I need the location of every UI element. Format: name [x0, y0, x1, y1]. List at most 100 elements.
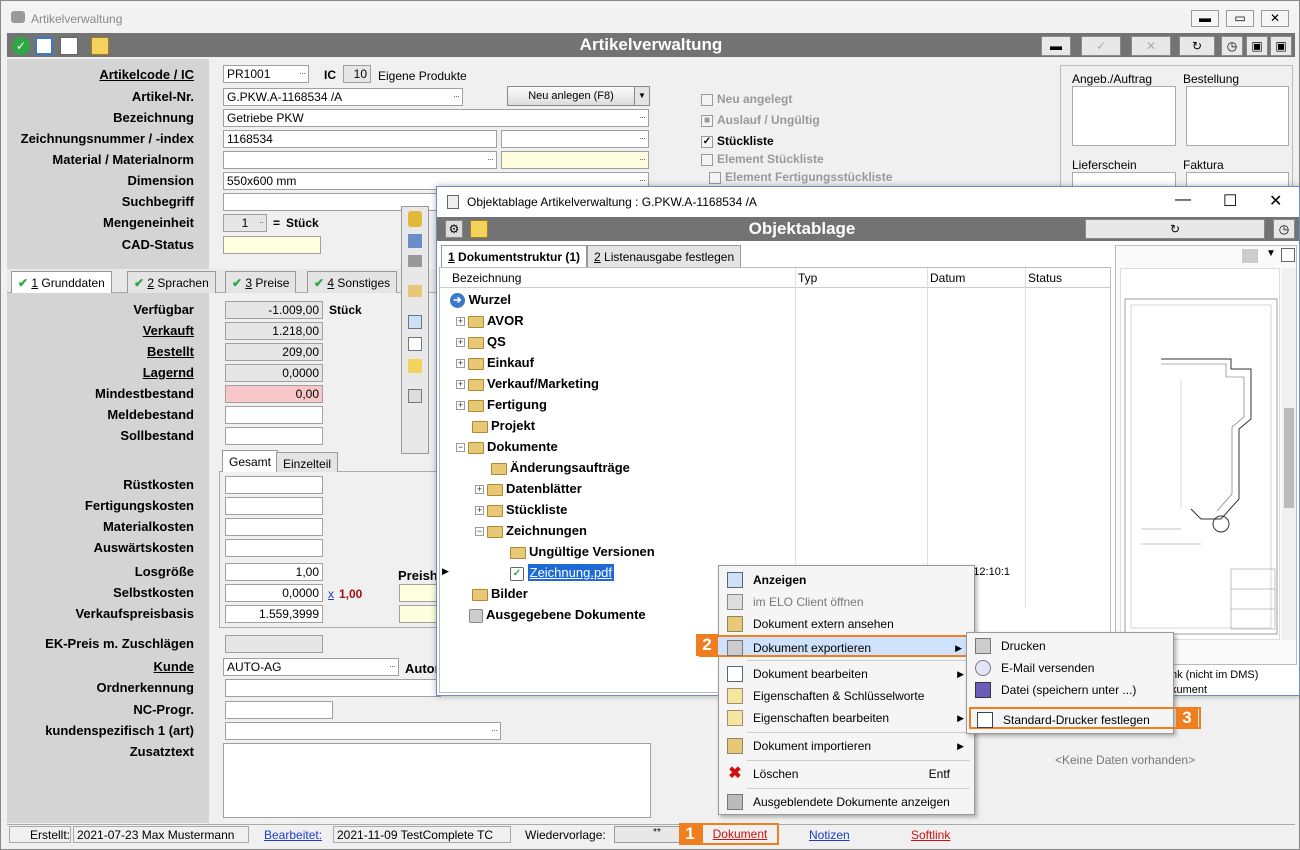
menu-importieren[interactable]: Dokument importieren ▶	[721, 735, 972, 757]
wizard-icon[interactable]	[91, 37, 109, 55]
document-view-icon[interactable]	[408, 315, 422, 329]
bestellung-list[interactable]	[1186, 86, 1289, 146]
element-fertigung-check[interactable]: Element Fertigungsstückliste	[709, 170, 892, 184]
tree-item-avor[interactable]: + AVOR	[456, 310, 524, 331]
submenu-datei[interactable]: Datei (speichern unter ...)	[969, 679, 1171, 701]
cube-icon[interactable]: ▣	[1246, 36, 1268, 56]
col-typ[interactable]: Typ	[798, 271, 817, 285]
menu-loeschen[interactable]: ✖ Löschen Entf	[721, 763, 972, 785]
eraser-icon[interactable]	[408, 234, 422, 248]
window-icon[interactable]	[35, 37, 53, 55]
neu-anlegen-dropdown[interactable]: ▼	[634, 86, 650, 106]
tree-item-aenderung[interactable]: Änderungsaufträge	[488, 457, 630, 478]
tab-sprachen[interactable]: ✔ 2 Sprachen	[127, 271, 216, 293]
vk-input[interactable]: 1.559,3999	[225, 605, 323, 623]
menu-exportieren[interactable]: Dokument exportieren ▶	[699, 635, 972, 657]
tree-root[interactable]: ➔ Wurzel	[450, 289, 511, 310]
bezeichnung-input[interactable]: Getriebe PKW ···	[223, 109, 649, 127]
scanner-icon[interactable]	[408, 255, 422, 267]
folder-link-icon[interactable]	[408, 359, 422, 373]
ic-input[interactable]: 10	[343, 65, 371, 83]
tab-preise[interactable]: ✔ 3 Preise	[225, 271, 297, 293]
verkauft-label[interactable]: Verkauft	[143, 323, 194, 338]
col-bezeichnung[interactable]: Bezeichnung	[452, 271, 521, 285]
document-edit-icon[interactable]	[408, 337, 422, 351]
menu-ausgeblendete[interactable]: Ausgeblendete Dokumente anzeigen	[721, 791, 972, 813]
col-datum[interactable]: Datum	[930, 271, 965, 285]
preview-scrollbar[interactable]	[1282, 268, 1296, 640]
tree-item-bilder[interactable]: Bilder	[469, 583, 528, 604]
submenu-drucken[interactable]: Drucken	[969, 635, 1171, 657]
preview-folder-icon[interactable]	[1242, 249, 1258, 263]
tab-sonstiges[interactable]: ✔ 4 Sonstiges	[307, 271, 398, 293]
notizen-link[interactable]: Notizen	[809, 828, 850, 842]
angeb-list[interactable]	[1072, 86, 1176, 146]
folder-open-icon[interactable]	[408, 285, 422, 297]
softlink-link[interactable]: Softlink	[911, 828, 950, 842]
drawing-preview[interactable]	[1120, 268, 1280, 640]
auslauf-check[interactable]: ■ Auslauf / Ungültig	[701, 113, 820, 127]
submenu-email[interactable]: E-Mail versenden	[969, 657, 1171, 679]
bestellt-label[interactable]: Bestellt	[147, 344, 194, 359]
tree-item-projekt[interactable]: Projekt	[469, 415, 535, 436]
tree-item-datenblaetter[interactable]: + Datenblätter	[475, 478, 582, 499]
stueckliste-check[interactable]: ✓ Stückliste	[701, 134, 774, 148]
neu-angelegt-check[interactable]: Neu angelegt	[701, 92, 792, 106]
tree-item-zeichnungen[interactable]: − Zeichnungen	[475, 520, 587, 541]
cube-settings-icon[interactable]: ▣	[1270, 36, 1292, 56]
kunde-input[interactable]: AUTO-AG ···	[223, 658, 399, 676]
objekt-refresh-button[interactable]: ↻	[1085, 219, 1265, 239]
ok-icon[interactable]: ✓	[12, 37, 30, 55]
selbstkosten-input[interactable]: 0,0000	[225, 584, 323, 602]
cad-input[interactable]	[223, 236, 321, 254]
losgroesse-input[interactable]: 1,00	[225, 563, 323, 581]
confirm-button[interactable]: ✓	[1081, 36, 1121, 56]
menu-eigenschaften[interactable]: Eigenschaften & Schlüsselworte	[721, 685, 972, 707]
copy-icon[interactable]	[60, 37, 78, 55]
preview-scroll-thumb[interactable]	[1284, 408, 1294, 508]
mengeneinheit-input[interactable]: 1 ··	[223, 214, 267, 232]
melde-input[interactable]	[225, 406, 323, 424]
bearbeitet-link[interactable]: Bearbeitet:	[264, 828, 322, 842]
zusatz-textarea[interactable]	[223, 743, 651, 818]
mindest-input[interactable]: 0,00	[225, 385, 323, 403]
artikelcode-input[interactable]: PR1001 ···	[223, 65, 309, 83]
elo-icon[interactable]	[408, 389, 422, 403]
close-button[interactable]: ✕	[1261, 10, 1289, 27]
tree-item-qs[interactable]: + QS	[456, 331, 506, 352]
lagernd-label[interactable]: Lagernd	[143, 365, 194, 380]
database-icon[interactable]	[408, 211, 422, 227]
zeichnung-input[interactable]: 1168534	[223, 130, 497, 148]
nc-input[interactable]	[225, 701, 333, 719]
submenu-standard-drucker[interactable]: Standard-Drucker festlegen	[969, 707, 1201, 729]
tab-listenausgabe[interactable]: 2 Listenausgabe festlegen	[587, 245, 742, 267]
menu-anzeigen[interactable]: Anzeigen	[721, 569, 972, 591]
settings-gear-icon[interactable]: ⚙	[445, 220, 463, 238]
tree-item-ausgegeben[interactable]: Ausgegebene Dokumente	[469, 604, 646, 625]
ruest-input[interactable]	[225, 476, 323, 494]
menu-bearbeiten[interactable]: Dokument bearbeiten ▶	[721, 663, 972, 685]
auswaerts-input[interactable]	[225, 539, 323, 557]
objekt-clock-icon[interactable]: ◷	[1273, 219, 1295, 239]
tree-item-dokumente[interactable]: − Dokumente	[456, 436, 558, 457]
tree-item-fertigung[interactable]: + Fertigung	[456, 394, 547, 415]
col-status[interactable]: Status	[1028, 271, 1062, 285]
preview-restore-icon[interactable]	[1281, 248, 1295, 262]
preis-input-1[interactable]	[399, 584, 439, 602]
tree-item-ungueltig[interactable]: Ungültige Versionen	[507, 541, 655, 562]
tree-item-stueckliste[interactable]: + Stückliste	[475, 499, 567, 520]
tab-dokumentstruktur[interactable]: 1 Dokumentstruktur (1)	[441, 245, 588, 267]
objektablage-maximize[interactable]: ☐	[1223, 191, 1237, 211]
preview-menu-icon[interactable]: ▼	[1264, 248, 1278, 262]
refresh-button[interactable]: ↻	[1179, 36, 1215, 56]
ordner-input[interactable]	[225, 679, 441, 697]
material-cost-input[interactable]	[225, 518, 323, 536]
tab-einzelteil[interactable]: Einzelteil	[276, 452, 339, 472]
zeichnung-index-input[interactable]: ···	[501, 130, 649, 148]
dokument-link[interactable]: Dokument	[701, 823, 779, 845]
neu-anlegen-button[interactable]: Neu anlegen (F8)	[507, 86, 635, 106]
maximize-button[interactable]: ▭	[1226, 10, 1254, 27]
tree-item-verkauf[interactable]: + Verkauf/Marketing	[456, 373, 599, 394]
soll-input[interactable]	[225, 427, 323, 445]
element-stueckliste-check[interactable]: Element Stückliste	[701, 152, 824, 166]
